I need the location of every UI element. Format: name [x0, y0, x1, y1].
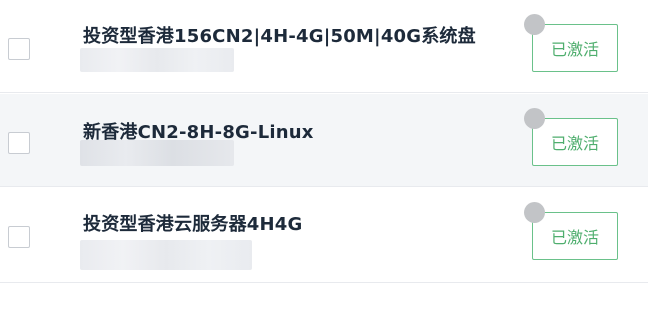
row-checkbox[interactable]: [8, 38, 30, 60]
status-dot-icon: [524, 14, 545, 35]
status-dot-icon: [524, 108, 545, 129]
redacted-subtitle: [80, 140, 234, 166]
instance-title: 投资型香港云服务器4H4G: [83, 214, 303, 235]
list-item: 新香港CN2-8H-8G-Linux 已激活: [0, 94, 648, 187]
list-item: 投资型香港云服务器4H4G 已激活: [0, 188, 648, 283]
activated-status-button[interactable]: 已激活: [532, 24, 618, 72]
status-dot-icon: [524, 202, 545, 223]
instance-list: 投资型香港156CN2|4H-4G|50M|40G系统盘 已激活 新香港CN2-…: [0, 0, 648, 312]
instance-title: 投资型香港156CN2|4H-4G|50M|40G系统盘: [83, 26, 476, 47]
row-checkbox[interactable]: [8, 226, 30, 248]
redacted-subtitle: [80, 48, 234, 72]
redacted-subtitle: [80, 240, 252, 270]
row-checkbox[interactable]: [8, 132, 30, 154]
activated-status-button[interactable]: 已激活: [532, 212, 618, 260]
activated-status-button[interactable]: 已激活: [532, 118, 618, 166]
list-item: 投资型香港156CN2|4H-4G|50M|40G系统盘 已激活: [0, 0, 648, 93]
